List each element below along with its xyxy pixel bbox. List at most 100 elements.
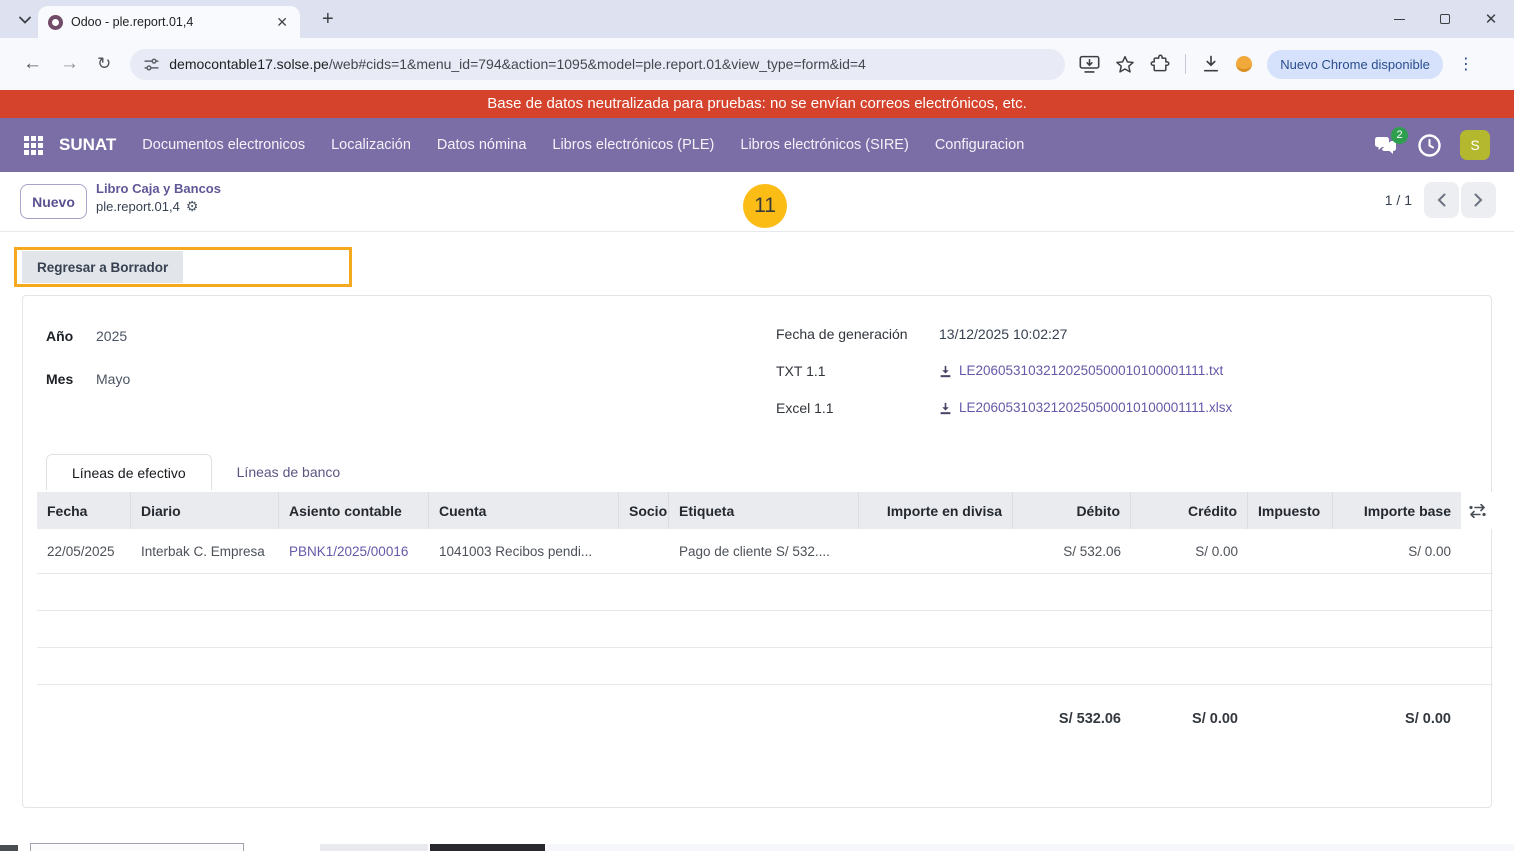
notebook-tabs: Líneas de efectivo Líneas de banco	[46, 454, 365, 490]
window-minimize-button[interactable]	[1376, 0, 1422, 38]
nav-item-documentos-electronicos[interactable]: Documentos electronicos	[142, 137, 305, 153]
reload-icon[interactable]: ↻	[97, 54, 111, 74]
browser-menu-icon[interactable]: ⋮	[1458, 54, 1474, 74]
taskbar-sliver-light	[320, 844, 428, 851]
col-header-importe-divisa[interactable]: Importe en divisa	[859, 492, 1013, 529]
total-importe-base: S/ 0.00	[1333, 711, 1461, 727]
cell-socio[interactable]	[619, 529, 669, 573]
browser-toolbar: ← → ↻ democontable17.solse.pe/web#cids=1…	[0, 38, 1514, 90]
new-record-button[interactable]: Nuevo	[20, 184, 87, 219]
nav-item-libros-ple[interactable]: Libros electrónicos (PLE)	[552, 137, 714, 153]
nav-right-icons: 2 S	[1373, 130, 1490, 160]
optional-columns-button[interactable]	[1461, 492, 1493, 529]
nav-item-datos-nomina[interactable]: Datos nómina	[437, 137, 526, 153]
empty-table-row	[37, 648, 1493, 685]
site-settings-icon[interactable]	[143, 56, 160, 73]
url-path: /web#cids=1&menu_id=794&action=1095&mode…	[329, 56, 866, 72]
cell-fecha[interactable]: 22/05/2025	[37, 529, 131, 573]
field-value-mes[interactable]: Mayo	[96, 369, 130, 389]
cell-importe-divisa[interactable]	[859, 529, 1013, 573]
profile-extension-icon[interactable]	[1236, 56, 1252, 72]
cell-credito[interactable]: S/ 0.00	[1131, 529, 1248, 573]
empty-table-row	[37, 611, 1493, 648]
apps-grid-icon[interactable]	[24, 136, 43, 155]
url-text[interactable]: democontable17.solse.pe/web#cids=1&menu_…	[169, 56, 866, 72]
col-header-impuesto[interactable]: Impuesto	[1248, 492, 1333, 529]
chrome-update-button[interactable]: Nuevo Chrome disponible	[1267, 50, 1443, 79]
bookmark-star-icon[interactable]	[1115, 55, 1135, 74]
nav-item-configuracion[interactable]: Configuracion	[935, 137, 1024, 153]
taskbar-sliver-pale	[547, 844, 1514, 851]
pager-previous-button[interactable]	[1424, 182, 1459, 218]
breadcrumb: Libro Caja y Bancos ple.report.01,4⚙	[96, 181, 221, 215]
field-label-excel: Excel 1.1	[776, 398, 939, 418]
field-value-anio[interactable]: 2025	[96, 326, 127, 346]
nav-item-localizacion[interactable]: Localización	[331, 137, 411, 153]
tab-lineas-de-banco[interactable]: Líneas de banco	[212, 454, 366, 490]
browser-tab-strip: Odoo - ple.report.01,4 ✕ + ✕	[0, 0, 1514, 38]
back-icon[interactable]: ←	[23, 53, 42, 75]
col-header-cuenta[interactable]: Cuenta	[429, 492, 619, 529]
settings-gear-icon[interactable]: ⚙	[186, 198, 199, 215]
nav-item-libros-sire[interactable]: Libros electrónicos (SIRE)	[740, 137, 908, 153]
col-header-asiento[interactable]: Asiento contable	[279, 492, 429, 529]
tab-search-caret-icon[interactable]	[12, 7, 38, 33]
user-avatar[interactable]: S	[1460, 130, 1490, 160]
downloads-icon[interactable]	[1201, 54, 1221, 74]
taskbar-sliver-dark	[0, 845, 18, 851]
field-label-mes: Mes	[46, 369, 96, 389]
empty-table-row	[37, 574, 1493, 611]
txt-download-link[interactable]: LE2060531032120250500010100001111.txt	[939, 361, 1223, 381]
toolbar-separator	[1185, 54, 1186, 74]
chevron-left-icon	[1437, 193, 1446, 207]
col-header-etiqueta[interactable]: Etiqueta	[669, 492, 859, 529]
tab-close-icon[interactable]: ✕	[274, 14, 290, 31]
activities-clock-icon[interactable]	[1417, 133, 1442, 158]
total-debito: S/ 532.06	[1013, 711, 1131, 727]
pager-next-button[interactable]	[1461, 182, 1496, 218]
control-panel: Nuevo Libro Caja y Bancos ple.report.01,…	[0, 172, 1514, 232]
app-name[interactable]: SUNAT	[59, 135, 116, 155]
cell-importe-base[interactable]: S/ 0.00	[1333, 529, 1461, 573]
form-left-group: Año 2025 Mes Mayo	[46, 326, 130, 412]
cell-etiqueta[interactable]: Pago de cliente S/ 532....	[669, 529, 859, 573]
cell-impuesto[interactable]	[1248, 529, 1333, 573]
toolbar-icons: Nuevo Chrome disponible ⋮	[1079, 50, 1474, 79]
messages-count-badge: 2	[1391, 127, 1408, 144]
url-domain: democontable17.solse.pe	[169, 56, 329, 72]
table-header-row: Fecha Diario Asiento contable Cuenta Soc…	[37, 492, 1493, 529]
back-to-draft-button[interactable]: Regresar a Borrador	[22, 251, 183, 283]
browser-tab[interactable]: Odoo - ple.report.01,4 ✕	[38, 6, 300, 38]
col-header-importe-base[interactable]: Importe base	[1333, 492, 1461, 529]
field-label-anio: Año	[46, 326, 96, 346]
cell-cuenta[interactable]: 1041003 Recibos pendi...	[429, 529, 619, 573]
address-bar[interactable]: democontable17.solse.pe/web#cids=1&menu_…	[130, 49, 1065, 80]
neutralized-banner: Base de datos neutralizada para pruebas:…	[0, 90, 1514, 118]
tab-title: Odoo - ple.report.01,4	[71, 15, 266, 29]
cell-debito[interactable]: S/ 532.06	[1013, 529, 1131, 573]
field-label-txt: TXT 1.1	[776, 361, 939, 381]
col-header-credito[interactable]: Crédito	[1131, 492, 1248, 529]
extensions-icon[interactable]	[1150, 54, 1170, 74]
messages-button[interactable]: 2	[1373, 135, 1399, 156]
odoo-nav-bar: SUNAT Documentos electronicos Localizaci…	[0, 118, 1514, 172]
col-header-socio[interactable]: Socio	[619, 492, 669, 529]
optional-columns-icon	[1469, 504, 1486, 518]
window-maximize-button[interactable]	[1422, 0, 1468, 38]
new-tab-button[interactable]: +	[314, 6, 342, 33]
col-header-fecha[interactable]: Fecha	[37, 492, 131, 529]
breadcrumb-parent-link[interactable]: Libro Caja y Bancos	[96, 181, 221, 196]
install-app-icon[interactable]	[1079, 55, 1100, 74]
form-sheet: Año 2025 Mes Mayo Fecha de generación 13…	[22, 295, 1492, 808]
col-header-diario[interactable]: Diario	[131, 492, 279, 529]
tab-lineas-de-efectivo[interactable]: Líneas de efectivo	[46, 454, 212, 490]
col-header-debito[interactable]: Débito	[1013, 492, 1131, 529]
excel-download-link[interactable]: LE2060531032120250500010100001111.xlsx	[939, 398, 1232, 418]
forward-icon[interactable]: →	[60, 53, 79, 75]
cash-lines-table: Fecha Diario Asiento contable Cuenta Soc…	[37, 492, 1493, 727]
pager-count: 1 / 1	[1385, 192, 1412, 208]
table-row[interactable]: 22/05/2025 Interbak C. Empresa PBNK1/202…	[37, 529, 1493, 574]
window-close-button[interactable]: ✕	[1468, 0, 1514, 38]
cell-asiento-link[interactable]: PBNK1/2025/00016	[279, 529, 429, 573]
cell-diario[interactable]: Interbak C. Empresa	[131, 529, 279, 573]
